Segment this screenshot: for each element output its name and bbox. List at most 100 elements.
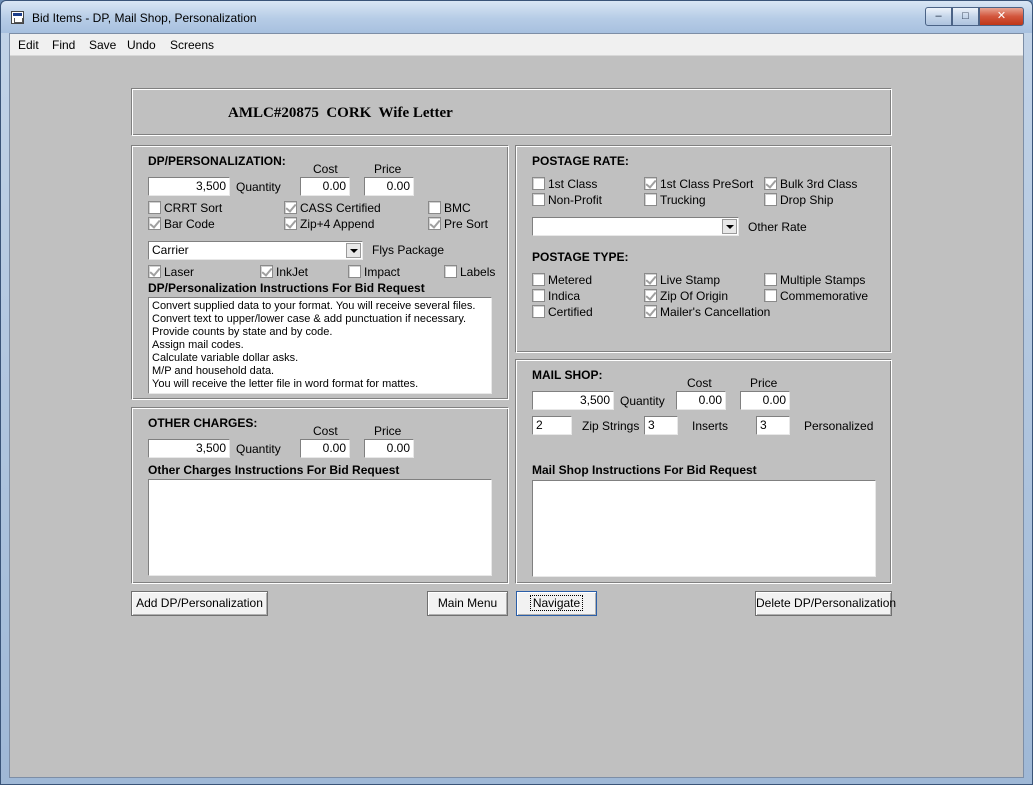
menu-edit[interactable]: Edit (18, 38, 39, 52)
zip-of-origin-checkbox[interactable] (644, 289, 657, 302)
indica-checkbox[interactable] (532, 289, 545, 302)
drop-ship-label: Drop Ship (780, 193, 834, 207)
dp-instructions-textarea[interactable]: Convert supplied data to your format. Yo… (148, 297, 492, 394)
cass-certified-checkbox[interactable] (284, 201, 297, 214)
instruction-line: Provide counts by state and by code. (152, 326, 333, 338)
navigate-button-label: Navigate (529, 595, 584, 611)
bar-code-checkbox[interactable] (148, 217, 161, 230)
dp-quantity-input[interactable]: 3,500 (148, 177, 230, 196)
main-menu-button[interactable]: Main Menu (427, 591, 508, 616)
metered-label: Metered (548, 273, 593, 287)
chevron-down-icon[interactable] (722, 219, 737, 234)
mail-instructions-heading: Mail Shop Instructions For Bid Request (532, 463, 757, 477)
labels-checkbox[interactable] (444, 265, 457, 278)
job-title: AMLC#20875 CORK Wife Letter (228, 105, 453, 121)
commemorative-checkbox[interactable] (764, 289, 777, 302)
labels-label: Labels (460, 265, 496, 279)
first-class-checkbox[interactable] (532, 177, 545, 190)
personalized-input[interactable]: 3 (756, 416, 790, 435)
instruction-line: Calculate variable dollar asks. (152, 352, 299, 364)
crrt-sort-label: CRRT Sort (164, 201, 223, 215)
inkjet-label: InkJet (276, 265, 309, 279)
drop-ship-checkbox[interactable] (764, 193, 777, 206)
add-dp-personalization-button[interactable]: Add DP/Personalization (131, 591, 268, 616)
crrt-sort-checkbox[interactable] (148, 201, 161, 214)
first-class-presort-label: 1st Class PreSort (660, 177, 754, 191)
chevron-down-icon[interactable] (346, 243, 361, 258)
instruction-line: M/P and household data. (152, 365, 275, 377)
other-instructions-textarea[interactable] (148, 479, 492, 576)
other-cost-input[interactable]: 0.00 (300, 439, 350, 458)
instruction-line: You will receive the letter file in word… (152, 378, 419, 390)
personalized-label: Personalized (804, 419, 874, 433)
other-charges-panel: OTHER CHARGES: Cost Price 3,500 Quantity… (131, 407, 509, 584)
cass-certified-label: CASS Certified (300, 201, 381, 215)
non-profit-checkbox[interactable] (532, 193, 545, 206)
menu-find[interactable]: Find (52, 38, 75, 52)
instruction-line: Convert text to upper/lower case & add p… (152, 313, 467, 325)
mail-cost-label: Cost (687, 376, 712, 390)
other-price-label: Price (374, 424, 402, 438)
mail-shop-panel: MAIL SHOP: Cost Price 3,500 Quantity 0.0… (515, 359, 892, 584)
dp-cost-input[interactable]: 0.00 (300, 177, 350, 196)
menu-save[interactable]: Save (89, 38, 116, 52)
delete-dp-personalization-button[interactable]: Delete DP/Personalization (755, 591, 896, 616)
inserts-input[interactable]: 3 (644, 416, 678, 435)
metered-checkbox[interactable] (532, 273, 545, 286)
multiple-stamps-checkbox[interactable] (764, 273, 777, 286)
impact-checkbox[interactable] (348, 265, 361, 278)
other-cost-label: Cost (313, 424, 338, 438)
bulk-3rd-class-checkbox[interactable] (764, 177, 777, 190)
dp-personalization-panel: DP/PERSONALIZATION: Cost Price 3,500 Qua… (131, 145, 509, 400)
other-quantity-label: Quantity (236, 442, 281, 456)
first-class-presort-checkbox[interactable] (644, 177, 657, 190)
other-price-input[interactable]: 0.00 (364, 439, 414, 458)
pre-sort-checkbox[interactable] (428, 217, 441, 230)
mailers-cancellation-label: Mailer's Cancellation (660, 305, 771, 319)
postage-rate-heading: POSTAGE RATE: (532, 154, 629, 168)
laser-label: Laser (164, 265, 195, 279)
live-stamp-checkbox[interactable] (644, 273, 657, 286)
menu-bar: Edit Find Save Undo Screens (10, 34, 1023, 56)
trucking-label: Trucking (660, 193, 706, 207)
close-button[interactable]: ✕ (979, 7, 1024, 26)
menu-undo[interactable]: Undo (127, 38, 156, 52)
navigate-button[interactable]: Navigate (516, 591, 597, 616)
trucking-checkbox[interactable] (644, 193, 657, 206)
job-header-panel: AMLC#20875 CORK Wife Letter (131, 88, 892, 136)
bmc-checkbox[interactable] (428, 201, 441, 214)
instruction-line: Assign mail codes. (152, 339, 244, 351)
other-rate-select[interactable] (532, 217, 739, 236)
postage-type-heading: POSTAGE TYPE: (532, 250, 629, 264)
flys-package-label: Flys Package (372, 243, 445, 257)
window-title: Bid Items - DP, Mail Shop, Personalizati… (32, 11, 257, 25)
other-quantity-input[interactable]: 3,500 (148, 439, 230, 458)
laser-checkbox[interactable] (148, 265, 161, 278)
title-bar[interactable]: Bid Items - DP, Mail Shop, Personalizati… (1, 1, 1032, 33)
commemorative-label: Commemorative (780, 289, 869, 303)
mail-shop-heading: MAIL SHOP: (532, 368, 603, 382)
pre-sort-label: Pre Sort (444, 217, 489, 231)
app-icon[interactable] (11, 11, 24, 24)
maximize-button[interactable]: □ (952, 7, 979, 26)
mail-cost-input[interactable]: 0.00 (676, 391, 726, 410)
inkjet-checkbox[interactable] (260, 265, 273, 278)
certified-checkbox[interactable] (532, 305, 545, 318)
minimize-button[interactable]: – (925, 7, 952, 26)
zip4-append-checkbox[interactable] (284, 217, 297, 230)
zip4-append-label: Zip+4 Append (300, 217, 375, 231)
dp-cost-label: Cost (313, 162, 338, 176)
zip-strings-input[interactable]: 2 (532, 416, 572, 435)
other-heading: OTHER CHARGES: (148, 416, 258, 430)
menu-screens[interactable]: Screens (170, 38, 214, 52)
mail-price-input[interactable]: 0.00 (740, 391, 790, 410)
mailers-cancellation-checkbox[interactable] (644, 305, 657, 318)
package-select[interactable]: Carrier (148, 241, 363, 260)
application-window: Bid Items - DP, Mail Shop, Personalizati… (0, 0, 1033, 785)
mail-instructions-textarea[interactable] (532, 480, 876, 577)
mail-quantity-input[interactable]: 3,500 (532, 391, 614, 410)
dp-price-input[interactable]: 0.00 (364, 177, 414, 196)
bar-code-label: Bar Code (164, 217, 215, 231)
package-select-value: Carrier (152, 243, 189, 257)
main-menu-button-label: Main Menu (437, 596, 498, 610)
